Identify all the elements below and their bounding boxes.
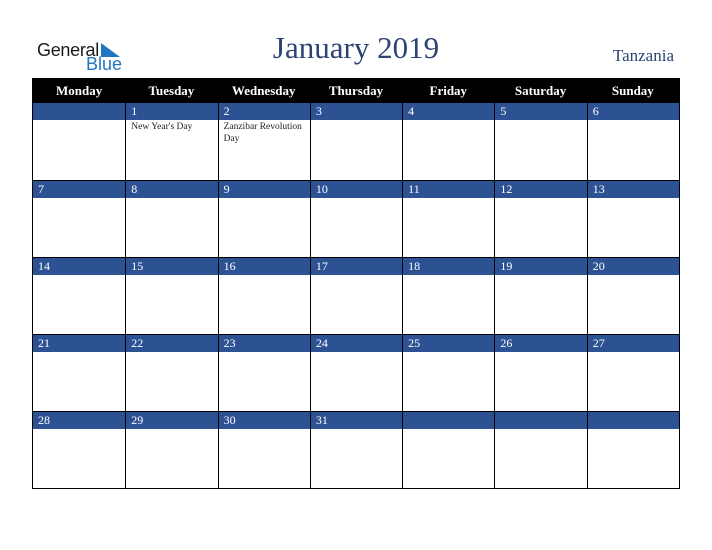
day-cell[interactable]: 5 bbox=[494, 103, 587, 180]
day-cell[interactable]: 29 bbox=[125, 412, 218, 488]
week-row: 28 29 30 31 bbox=[33, 411, 679, 488]
day-number: 15 bbox=[126, 258, 218, 275]
day-cell[interactable]: 28 bbox=[33, 412, 126, 488]
day-cell[interactable]: 18 bbox=[402, 258, 495, 334]
day-number: 19 bbox=[495, 258, 587, 275]
day-number: 8 bbox=[126, 181, 218, 198]
day-cell[interactable]: 13 bbox=[586, 181, 679, 257]
week-row: 21 22 23 24 25 26 27 bbox=[33, 334, 679, 411]
weekday-tuesday: Tuesday bbox=[148, 83, 195, 98]
day-cell[interactable]: 8 bbox=[125, 181, 218, 257]
day-number: 24 bbox=[310, 335, 403, 352]
day-number bbox=[403, 412, 495, 429]
day-cell[interactable]: 7 bbox=[33, 181, 126, 257]
day-number: 29 bbox=[126, 412, 218, 429]
day-cell[interactable]: 9 bbox=[217, 181, 310, 257]
day-number: 12 bbox=[495, 181, 587, 198]
calendar-title: January 2019 bbox=[272, 30, 440, 65]
day-cell[interactable]: 20 bbox=[586, 258, 679, 334]
weekday-header: Monday Tuesday Wednesday Thursday Friday… bbox=[33, 79, 679, 103]
weekday-saturday: Saturday bbox=[514, 83, 567, 98]
day-cell[interactable]: 1 New Year's Day bbox=[125, 103, 218, 180]
day-number: 31 bbox=[310, 412, 403, 429]
week-row: 7 8 9 10 11 12 13 bbox=[33, 180, 679, 257]
day-cell[interactable]: 16 bbox=[217, 258, 310, 334]
day-number: 7 bbox=[33, 181, 126, 198]
day-number bbox=[495, 412, 587, 429]
day-cell[interactable]: 14 bbox=[33, 258, 126, 334]
day-number: 14 bbox=[33, 258, 126, 275]
day-cell[interactable]: 11 bbox=[402, 181, 495, 257]
day-number: 5 bbox=[495, 103, 587, 120]
day-cell[interactable]: 30 bbox=[217, 412, 310, 488]
day-cell[interactable]: 4 bbox=[402, 103, 495, 180]
day-cell[interactable]: 27 bbox=[586, 335, 679, 411]
day-number: 1 bbox=[126, 103, 218, 120]
day-number: 2 bbox=[218, 103, 310, 120]
day-number: 28 bbox=[33, 412, 126, 429]
day-cell[interactable]: 2 Zanzibar Revolution Day bbox=[217, 103, 310, 180]
holiday-label: New Year's Day bbox=[131, 122, 193, 132]
day-cell[interactable] bbox=[402, 412, 495, 488]
day-number: 13 bbox=[587, 181, 679, 198]
day-number: 21 bbox=[33, 335, 126, 352]
day-number: 11 bbox=[403, 181, 495, 198]
day-number: 25 bbox=[403, 335, 495, 352]
country-label: Tanzania bbox=[612, 46, 674, 65]
day-cell[interactable]: 3 bbox=[309, 103, 403, 180]
day-number: 6 bbox=[587, 103, 679, 120]
day-cell[interactable]: 31 bbox=[309, 412, 403, 488]
day-number: 18 bbox=[403, 258, 495, 275]
day-cell[interactable]: 17 bbox=[309, 258, 403, 334]
week-row: 1 New Year's Day 2 Zanzibar Revolution Day 3… bbox=[33, 103, 679, 180]
day-cell[interactable]: 25 bbox=[402, 335, 495, 411]
day-cell[interactable]: 19 bbox=[494, 258, 587, 334]
day-cell[interactable]: 23 bbox=[217, 335, 310, 411]
weekday-monday: Monday bbox=[56, 83, 103, 98]
day-number: 16 bbox=[218, 258, 310, 275]
weekday-thursday: Thursday bbox=[328, 83, 384, 98]
day-number: 4 bbox=[403, 103, 495, 120]
day-cell[interactable]: 12 bbox=[494, 181, 587, 257]
day-number: 30 bbox=[218, 412, 310, 429]
week-row: 14 15 16 17 18 19 20 bbox=[33, 257, 679, 334]
day-cell[interactable]: 10 bbox=[309, 181, 403, 257]
day-cell[interactable]: 22 bbox=[125, 335, 218, 411]
day-number: 26 bbox=[495, 335, 587, 352]
weekday-sunday: Sunday bbox=[611, 83, 654, 98]
day-number bbox=[587, 412, 679, 429]
day-cell[interactable] bbox=[586, 412, 679, 488]
day-number: 22 bbox=[126, 335, 218, 352]
day-cell[interactable]: 21 bbox=[33, 335, 126, 411]
day-number: 27 bbox=[587, 335, 679, 352]
holiday-label: Zanzibar Revolution Day bbox=[223, 122, 302, 144]
calendar-grid: Monday Tuesday Wednesday Thursday Friday… bbox=[32, 78, 680, 489]
day-number: 9 bbox=[218, 181, 310, 198]
day-number: 17 bbox=[310, 258, 403, 275]
day-number: 3 bbox=[310, 103, 403, 120]
day-cell[interactable]: 15 bbox=[125, 258, 218, 334]
weekday-wednesday: Wednesday bbox=[231, 83, 296, 98]
day-cell[interactable] bbox=[33, 103, 126, 180]
day-cell[interactable]: 6 bbox=[586, 103, 679, 180]
day-cell[interactable] bbox=[494, 412, 587, 488]
weeks-container: 1 New Year's Day 2 Zanzibar Revolution Day 3… bbox=[33, 103, 679, 488]
day-number: 20 bbox=[587, 258, 679, 275]
day-cell[interactable]: 26 bbox=[494, 335, 587, 411]
weekday-friday: Friday bbox=[429, 83, 468, 98]
day-number: 23 bbox=[218, 335, 310, 352]
day-number bbox=[33, 103, 126, 120]
day-cell[interactable]: 24 bbox=[309, 335, 403, 411]
day-number: 10 bbox=[310, 181, 403, 198]
